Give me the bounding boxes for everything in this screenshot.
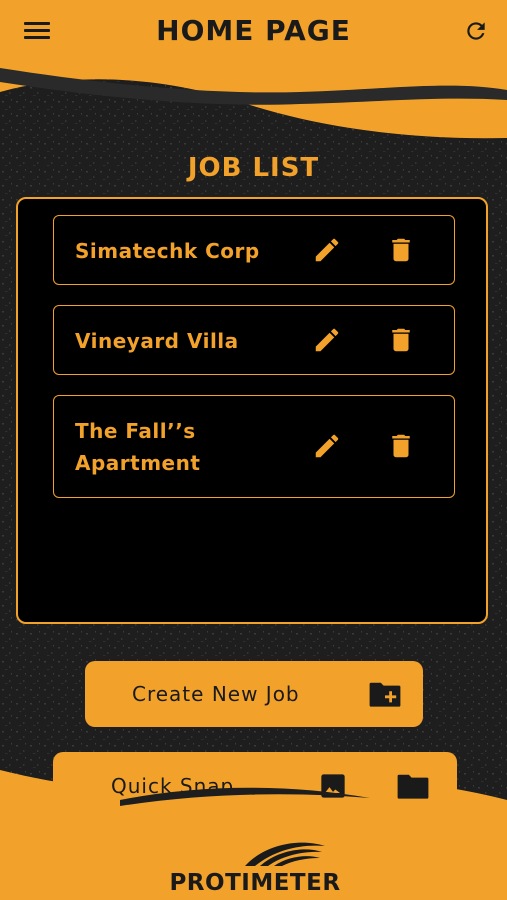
job-name: Simatechk Corp (75, 239, 260, 263)
job-list-item[interactable]: The Fall’’s Apartment (53, 395, 455, 498)
job-name: Vineyard Villa (75, 329, 239, 353)
create-new-job-label: Create New Job (132, 682, 300, 706)
job-name: The Fall’’s Apartment (75, 419, 201, 475)
trash-icon[interactable] (386, 325, 416, 355)
image-icon (321, 774, 345, 798)
app-header: HOME PAGE (0, 0, 507, 66)
job-list-item[interactable]: Simatechk Corp (53, 215, 455, 285)
folder-icon (397, 774, 429, 799)
page-title: HOME PAGE (156, 14, 351, 47)
job-list-panel: Simatechk Corp Vineyard Villa The Fall’’… (16, 197, 488, 624)
logo-swoosh (245, 842, 325, 866)
protimeter-logo: PROTIMETER (150, 836, 360, 896)
refresh-icon[interactable] (463, 18, 489, 44)
create-new-job-button[interactable]: Create New Job (85, 661, 423, 727)
quick-snap-label: Quick Snap (111, 774, 235, 798)
job-list-title: JOB LIST (187, 153, 320, 183)
pencil-icon[interactable] (312, 431, 342, 461)
quick-snap-button[interactable]: Quick Snap (53, 752, 457, 822)
folder-plus-icon (369, 682, 401, 707)
pencil-icon[interactable] (312, 325, 342, 355)
home-screen: HOME PAGE JOB LIST Simatechk Corp Vineya… (0, 0, 507, 900)
job-list-item[interactable]: Vineyard Villa (53, 305, 455, 375)
trash-icon[interactable] (386, 235, 416, 265)
pencil-icon[interactable] (312, 235, 342, 265)
trash-icon[interactable] (386, 431, 416, 461)
logo-text: PROTIMETER (169, 870, 341, 896)
